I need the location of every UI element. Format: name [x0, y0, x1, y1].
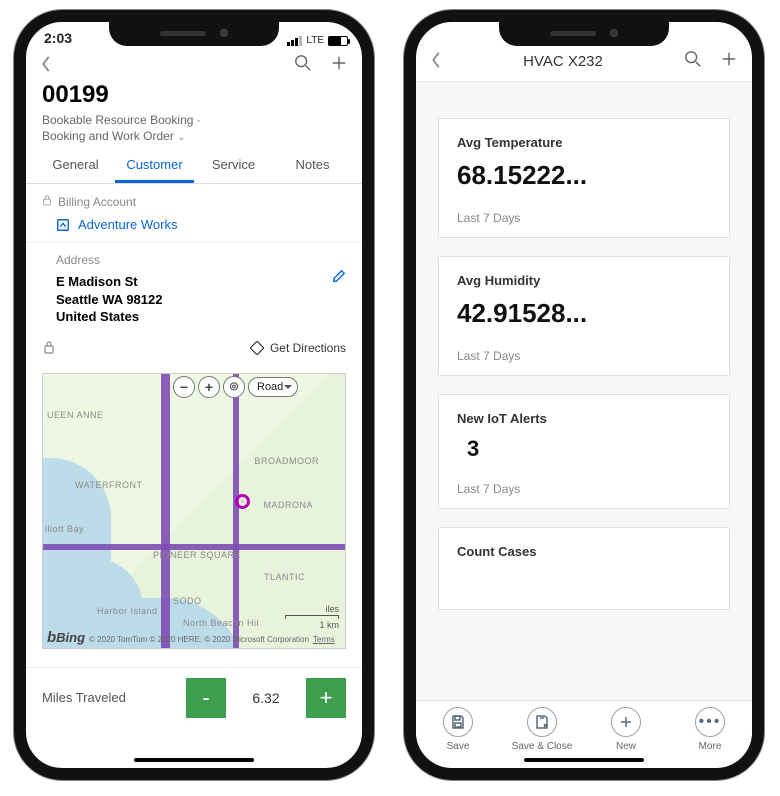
map-neighborhood: North Beacon Hil [183, 618, 259, 628]
billing-account-section: Billing Account Adventure Works [26, 184, 362, 243]
phone-left: 2:03 LTE 00199 [14, 10, 374, 780]
billing-account-label: Billing Account [58, 195, 136, 209]
map-style-select[interactable]: Road [248, 377, 298, 397]
home-indicator [134, 758, 254, 762]
label: More [699, 741, 722, 752]
map-neighborhood: lliott Bay [45, 524, 84, 534]
card-value: 3 [457, 436, 711, 462]
form-name[interactable]: Booking and Work Order [42, 129, 174, 143]
back-button[interactable] [40, 55, 52, 76]
add-icon[interactable] [330, 54, 348, 77]
map-terms-link[interactable]: Terms [313, 635, 335, 644]
address-line3: United States [56, 308, 346, 326]
map-controls: − + ◎ Road [173, 376, 298, 398]
metrics-body[interactable]: Avg Temperature 68.15222... Last 7 Days … [416, 82, 752, 700]
address-value[interactable]: E Madison St Seattle WA 98122 United Sta… [42, 267, 346, 326]
map-locate-button[interactable]: ◎ [223, 376, 245, 398]
more-button[interactable]: ••• More [675, 707, 745, 752]
lock-icon [42, 340, 56, 357]
clock: 2:03 [44, 30, 72, 46]
miles-decrement-button[interactable]: - [186, 678, 226, 718]
save-button[interactable]: Save [423, 707, 493, 752]
tabs: General Customer Service Notes [26, 149, 362, 184]
search-icon[interactable] [684, 50, 702, 73]
card-title: New IoT Alerts [457, 411, 711, 426]
miles-value[interactable]: 6.32 [236, 690, 296, 706]
zoom-in-button[interactable]: + [198, 376, 220, 398]
notch [109, 20, 279, 46]
save-close-button[interactable]: Save & Close [507, 707, 577, 752]
address-line2: Seattle WA 98122 [56, 291, 346, 309]
card-footer: Last 7 Days [457, 482, 711, 496]
address-label: Address [42, 253, 346, 267]
miles-label: Miles Traveled [42, 690, 176, 705]
card-value: 68.15222... [457, 160, 711, 191]
billing-account-value: Adventure Works [78, 217, 177, 232]
save-close-icon [534, 714, 550, 730]
add-icon[interactable] [720, 50, 738, 73]
phone-right: HVAC X232 Avg Temperature 68.15222... La… [404, 10, 764, 780]
save-icon [450, 714, 466, 730]
page-title: HVAC X232 [523, 53, 603, 70]
card-count-cases[interactable]: Count Cases [438, 527, 730, 610]
card-title: Count Cases [457, 544, 711, 559]
record-id: 00199 [42, 81, 346, 109]
battery-icon [328, 36, 348, 46]
signal-icon [287, 36, 302, 46]
page-header: HVAC X232 [416, 44, 752, 77]
address-line1: E Madison St [56, 273, 346, 291]
map-neighborhood: Harbor Island [97, 606, 158, 616]
map-pin-icon[interactable] [235, 494, 250, 509]
edit-address-button[interactable] [332, 269, 346, 288]
new-button[interactable]: New [591, 707, 661, 752]
tab-service[interactable]: Service [194, 149, 273, 183]
map-scale: iles 1 km [285, 604, 339, 630]
card-value: 42.91528... [457, 298, 711, 329]
label: Save & Close [512, 741, 573, 752]
card-title: Avg Temperature [457, 135, 711, 150]
map-attribution: bBing © 2020 TomTom © 2020 HERE, © 2020 … [47, 629, 335, 646]
address-section: Address E Madison St Seattle WA 98122 Un… [26, 243, 362, 336]
directions-row: Get Directions [26, 336, 362, 367]
directions-icon [250, 341, 264, 355]
card-title: Avg Humidity [457, 273, 711, 288]
directions-label: Get Directions [270, 341, 346, 355]
chevron-down-icon[interactable]: ⌄ [177, 132, 185, 143]
miles-traveled-row: Miles Traveled - 6.32 + [26, 667, 362, 718]
card-new-iot-alerts[interactable]: New IoT Alerts 3 Last 7 Days [438, 394, 730, 509]
search-icon[interactable] [294, 54, 312, 77]
card-avg-temperature[interactable]: Avg Temperature 68.15222... Last 7 Days [438, 118, 730, 238]
card-avg-humidity[interactable]: Avg Humidity 42.91528... Last 7 Days [438, 256, 730, 376]
page-header [26, 48, 362, 81]
tab-general[interactable]: General [36, 149, 115, 183]
get-directions-button[interactable]: Get Directions [250, 341, 346, 355]
map-neighborhood: BROADMOOR [254, 456, 319, 466]
map[interactable]: North pa UEEN ANNE WATERFRONT lliott Bay… [42, 373, 346, 649]
more-icon: ••• [699, 716, 722, 728]
map-neighborhood: PIONEER SQUARE [153, 550, 241, 560]
back-button[interactable] [430, 51, 442, 72]
map-neighborhood: MADRONA [263, 500, 313, 510]
map-neighborhood: WATERFRONT [75, 480, 143, 490]
billing-account-link[interactable]: Adventure Works [42, 209, 346, 232]
plus-icon [618, 714, 634, 730]
card-footer: Last 7 Days [457, 349, 711, 363]
map-neighborhood: UEEN ANNE [47, 410, 104, 420]
entity-name: Bookable Resource Booking [42, 113, 193, 127]
map-neighborhood: TLANTIC [264, 572, 305, 582]
label: New [616, 741, 636, 752]
notch [499, 20, 669, 46]
label: Save [447, 741, 470, 752]
tab-notes[interactable]: Notes [273, 149, 352, 183]
zoom-out-button[interactable]: − [173, 376, 195, 398]
tab-customer[interactable]: Customer [115, 149, 194, 183]
home-indicator [524, 758, 644, 762]
card-footer: Last 7 Days [457, 211, 711, 225]
carrier-label: LTE [306, 35, 324, 46]
record-header: 00199 Bookable Resource Booking Booking … [26, 81, 362, 149]
account-icon [56, 218, 70, 232]
miles-increment-button[interactable]: + [306, 678, 346, 718]
map-neighborhood: SODO [173, 596, 202, 606]
lock-icon [42, 194, 52, 209]
